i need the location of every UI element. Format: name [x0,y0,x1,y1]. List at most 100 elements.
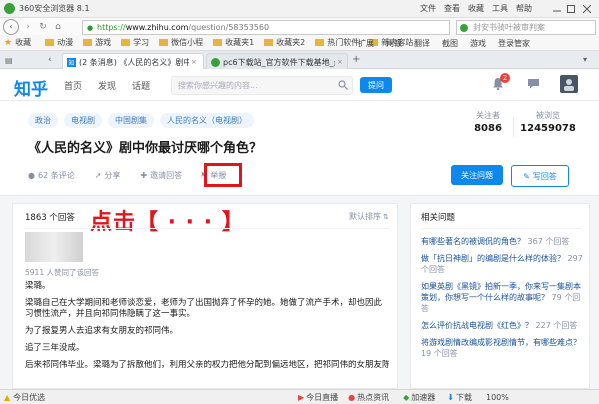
topic-tag[interactable]: 电视剧 [64,113,102,128]
close-icon[interactable] [582,4,592,14]
bookmark-item[interactable]: 微信小程 [171,37,203,48]
search-icon[interactable] [338,80,348,90]
status-accelerator[interactable]: 加速器 [411,392,435,403]
related-question-item[interactable]: 有哪些著名的被调侃的角色？ 367 个回答 [421,236,583,247]
tab-back-icon[interactable]: ‹ [48,55,52,65]
menu-file[interactable]: 文件 [420,3,436,14]
related-question-item[interactable]: 怎么评价抗战电视剧《红色》？ 227 个回答 [421,320,583,331]
menu-favorites[interactable]: 收藏 [468,3,484,14]
bookmark-item[interactable]: 收藏夹2 [276,37,305,48]
follow-question-button[interactable]: 关注问题 [451,165,503,185]
nav-home[interactable]: 首页 [64,79,82,92]
avatar[interactable] [560,75,578,93]
annotation-text: 点击【 · · · 】 [90,210,245,235]
divider [421,228,581,229]
answer-author-avatar[interactable] [25,232,83,262]
comment-count[interactable]: 62 条评论 [38,170,75,181]
url-field[interactable]: ● https:// www.zhihu.com /question/58353… [82,20,450,35]
more-button[interactable]: ··· [204,163,242,187]
divider [25,228,389,229]
bookmark-item[interactable]: 动漫 [57,37,73,48]
minimize-icon[interactable] [552,4,562,14]
invite-icon[interactable]: ✚ [140,171,147,180]
question-title: 《人民的名义》剧中你最讨厌哪个角色？ [28,141,263,156]
zhihu-search-input[interactable]: 搜索你感兴趣的内容... [171,76,353,95]
related-question-text[interactable]: 怎么评价抗战电视剧《红色》？ [421,321,533,330]
tab-zhihu[interactable]: 知 (2 条消息) 《人民的名义》剧中你最讨... × [62,53,204,70]
bookmark-item[interactable]: 收藏 [15,37,31,48]
message-icon[interactable] [527,78,540,89]
menu-tools[interactable]: 工具 [492,3,508,14]
back-icon[interactable]: ‹ [3,18,19,35]
home-icon[interactable]: ⌂ [52,21,64,33]
share-link[interactable]: 分享 [104,170,120,181]
browser-statusbar: ▲ 今日优选 ▶ 今日直播 ● 热点资讯 ◆ 加速器 ⬇ 下载 100% [0,389,599,404]
status-download[interactable]: 下载 [456,392,472,403]
toolbar-translate[interactable]: 翻译 [414,38,430,49]
tab-pc6[interactable]: pc6下载站_官方软件下载基地_最安... × [206,53,348,70]
toolbar-games[interactable]: 游戏 [470,38,486,49]
zhihu-logo[interactable]: 知乎 [14,75,48,100]
folder-icon [83,39,93,46]
related-question-text[interactable]: 将游戏剧情改编成影视剧情节，有哪些难点？ [421,338,581,347]
refresh-icon[interactable]: ↻ [37,21,49,33]
topic-tag[interactable]: 人民的名义（电视剧） [160,113,254,128]
comment-icon[interactable]: ● [28,171,35,180]
write-answer-button[interactable]: ✎ 写回答 [511,165,569,187]
hot-icon: ● [348,393,356,402]
nav-explore[interactable]: 发现 [98,79,116,92]
menu-view[interactable]: 查看 [444,3,460,14]
accelerator-icon: ◆ [403,393,410,402]
related-question-item[interactable]: 如果英剧《黑镜》拍新一季，你来写一集剧本策划，你想写一个什么样的故事呢？ 79 … [421,281,583,314]
browser-search-field[interactable]: 封安书骑叶被审判案 [456,20,596,35]
bookmark-item[interactable]: 学习 [133,37,149,48]
zhihu-search-placeholder: 搜索你感兴趣的内容... [178,81,258,90]
maximize-icon[interactable] [566,4,576,14]
nav-topics[interactable]: 话题 [132,79,150,92]
tab-bar: ▤ ‹ 知 (2 条消息) 《人民的名义》剧中你最讨... × pc6下载站_官… [0,51,599,70]
ask-button[interactable]: 提问 [360,77,392,93]
related-question-text[interactable]: 做「抗日神剧」的编剧是什么样的体验？ [421,254,565,263]
more-label: ··· [218,170,228,180]
invite-answer-link[interactable]: 邀请回答 [150,170,182,181]
star-icon[interactable]: ★ [4,38,12,48]
toolbar-login-manager[interactable]: 登录管家 [498,38,530,49]
status-zoom[interactable]: 100% [486,393,509,402]
tab-close-icon[interactable]: × [337,58,343,66]
related-question-item[interactable]: 将游戏剧情改编成影视剧情节，有哪些难点？ 19 个回答 [421,337,583,359]
status-today-picks[interactable]: 今日优选 [13,392,45,403]
stat-divider [513,117,514,137]
status-hot-news[interactable]: 热点资讯 [357,392,389,403]
write-answer-label: 写回答 [532,171,557,181]
answer-paragraph: 为了报复男人去追求有女朋友的祁同伟。 [25,326,179,336]
answer-paragraph: 梁璐。 [25,281,51,291]
related-question-text[interactable]: 有哪些著名的被调侃的角色？ [421,237,525,246]
bookmarks-bar: ★ 收藏 动漫 游戏 学习 微信小程 收藏夹1 收藏夹2 热门软件 新内容站 扩… [0,35,599,51]
forward-icon[interactable]: › [22,21,34,33]
bookmark-item[interactable]: 游戏 [95,37,111,48]
answers-panel: 1863 个回答 默认排序 ⇅ 点击【 · · · 】 5911 人赞同了该回答… [12,203,398,389]
new-tab-icon[interactable]: + [352,54,360,65]
tab-close-icon[interactable]: × [191,58,197,66]
share-icon[interactable]: ➚ [95,171,102,180]
toolbar-extensions[interactable]: 扩展 [358,38,374,49]
related-question-item[interactable]: 做「抗日神剧」的编剧是什么样的体验？ 297 个回答 [421,253,583,275]
tab-list-icon[interactable]: ▤ [5,56,13,65]
browser-search-placeholder: 封安书骑叶被审判案 [473,23,545,32]
bookmark-item[interactable]: 收藏夹1 [225,37,254,48]
menu-help[interactable]: 帮助 [516,3,532,14]
related-title: 相关问题 [421,213,456,223]
tab-scroll-icon[interactable]: ▾ [583,55,587,64]
toolbar-screenshot[interactable]: 截图 [442,38,458,49]
search-engine-icon[interactable] [460,23,468,32]
sort-dropdown[interactable]: 默认排序 ⇅ [349,211,389,222]
sort-label: 默认排序 [349,212,381,221]
answer-count: 1863 个回答 [25,213,75,223]
topic-tag[interactable]: 政治 [28,113,58,128]
bookmark-item[interactable]: 热门软件 [327,37,359,48]
toolbar-bank[interactable]: 网银 [386,38,402,49]
zhihu-header: 知乎 首页 发现 话题 搜索你感兴趣的内容... 提问 2 [0,69,599,101]
url-scheme: https:// [97,23,126,32]
topic-tag[interactable]: 中国剧集 [108,113,154,128]
status-live[interactable]: 今日直播 [306,392,338,403]
